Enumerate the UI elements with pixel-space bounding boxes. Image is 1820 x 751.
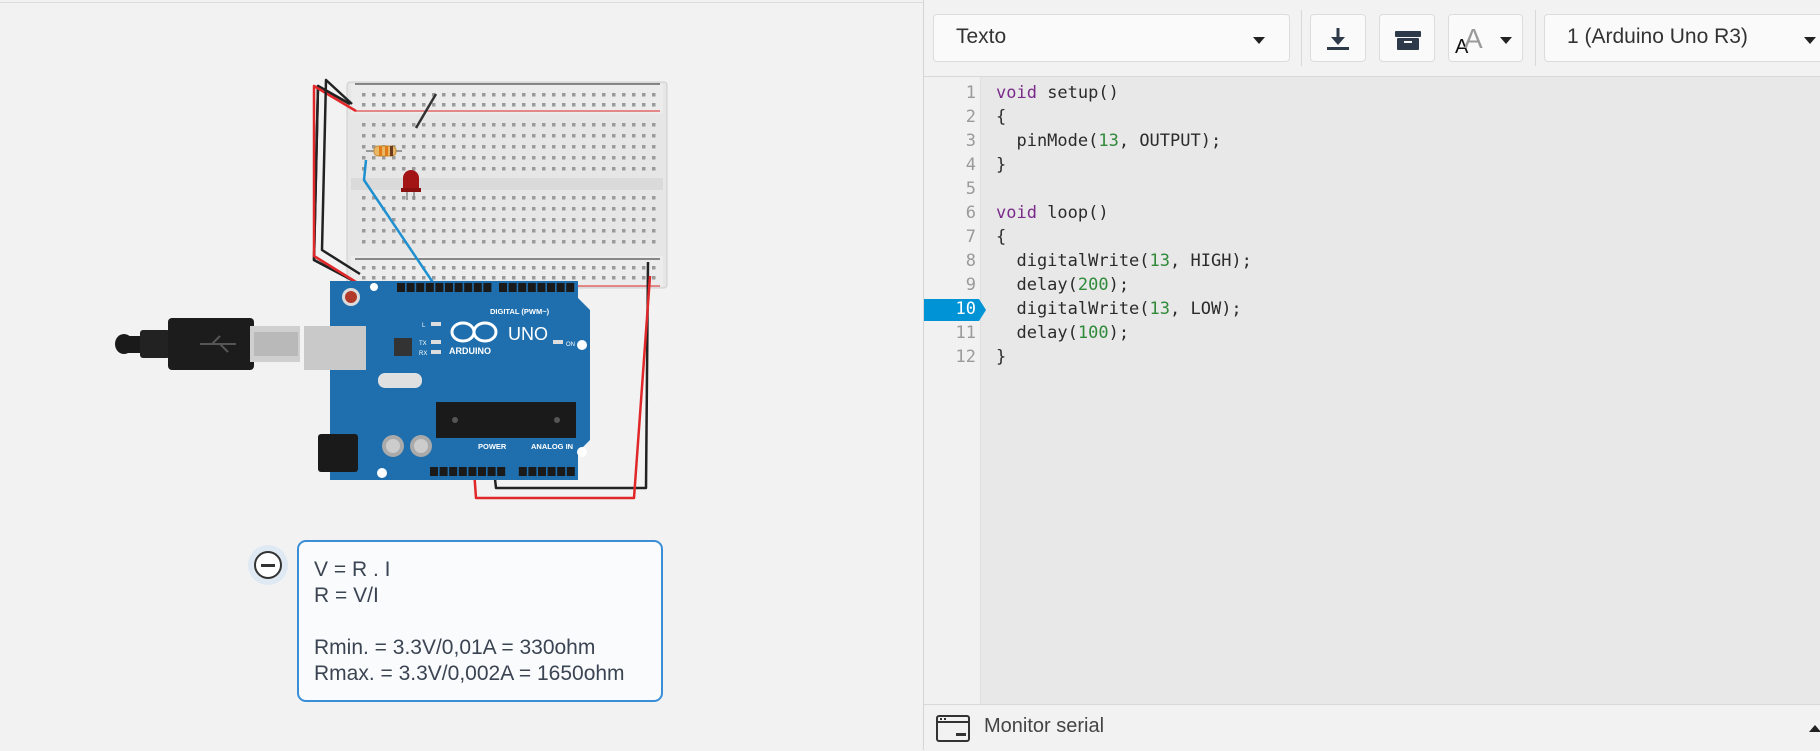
usb-cable[interactable] bbox=[115, 318, 300, 370]
code-line[interactable]: delay(100); bbox=[996, 321, 1129, 345]
serial-monitor-label: Monitor serial bbox=[984, 715, 1105, 737]
editor-mode-dropdown[interactable]: Texto bbox=[933, 14, 1290, 62]
line-number[interactable]: 11 bbox=[924, 321, 976, 345]
libraries-button[interactable] bbox=[1379, 14, 1435, 62]
line-number[interactable]: 4 bbox=[924, 153, 976, 177]
code-line[interactable]: } bbox=[996, 153, 1006, 177]
code-text: digitalWrite( bbox=[996, 251, 1150, 271]
code-text: setup() bbox=[1036, 83, 1119, 103]
line-number[interactable]: 6 bbox=[924, 201, 976, 225]
code-text: pinMode( bbox=[996, 131, 1099, 151]
board-on-label: ON bbox=[566, 342, 575, 348]
font-size-button[interactable]: A A bbox=[1448, 14, 1523, 62]
code-line[interactable]: void loop() bbox=[996, 201, 1109, 225]
board-tx-label: TX bbox=[419, 341, 427, 347]
code-text: , OUTPUT); bbox=[1118, 131, 1222, 151]
code-keyword: void bbox=[996, 83, 1037, 103]
line-number[interactable]: 9 bbox=[924, 273, 976, 297]
toolbar-divider bbox=[1535, 10, 1536, 66]
note-line-4: Rmin. = 3.3V/0,01A = 330ohm bbox=[314, 636, 596, 659]
board-rx-label: RX bbox=[419, 351, 427, 357]
board-select-label: 1 (Arduino Uno R3) bbox=[1567, 25, 1748, 48]
toolbar-divider bbox=[1301, 10, 1302, 66]
line-number[interactable]: 3 bbox=[924, 129, 976, 153]
line-number[interactable]: 1 bbox=[924, 81, 976, 105]
download-code-button[interactable] bbox=[1310, 14, 1366, 62]
code-text: { bbox=[996, 227, 1007, 247]
board-logo-text: ARDUINO bbox=[449, 346, 491, 356]
svg-text:A: A bbox=[1464, 23, 1483, 54]
code-text: , HIGH); bbox=[1170, 251, 1252, 271]
line-number[interactable]: 10 bbox=[924, 297, 976, 321]
code-number: 13 bbox=[1098, 131, 1119, 151]
code-number: 13 bbox=[1149, 299, 1171, 319]
code-text: ); bbox=[1108, 323, 1130, 343]
chevron-up-icon[interactable] bbox=[1809, 725, 1820, 732]
editor-mode-label: Texto bbox=[956, 25, 1007, 48]
chevron-down-icon bbox=[1804, 37, 1816, 44]
code-text: digitalWrite( bbox=[996, 299, 1150, 319]
code-line[interactable]: pinMode(13, OUTPUT); bbox=[996, 129, 1221, 153]
code-text: } bbox=[996, 347, 1007, 367]
circuit-canvas[interactable]: ARDUINO UNO DIGITAL (PWM~) POWER ANALOG … bbox=[0, 0, 923, 750]
code-text: delay( bbox=[996, 275, 1078, 295]
code-line[interactable]: void setup() bbox=[996, 81, 1119, 105]
code-line[interactable]: digitalWrite(13, HIGH); bbox=[996, 249, 1252, 273]
serial-monitor-bar[interactable]: Monitor serial bbox=[924, 704, 1820, 751]
line-number[interactable]: 12 bbox=[924, 345, 976, 369]
board-select-dropdown[interactable]: 1 (Arduino Uno R3) bbox=[1544, 14, 1820, 62]
line-number[interactable]: 7 bbox=[924, 225, 976, 249]
code-editor[interactable]: 1 2 3 4 5 6 7 8 9 10 11 12 void setup(){ pinMode(13… bbox=[924, 77, 1820, 704]
code-line[interactable]: digitalWrite(13, LOW); bbox=[996, 297, 1242, 321]
line-number[interactable]: 2 bbox=[924, 105, 976, 129]
code-number: 200 bbox=[1077, 275, 1109, 295]
code-toolbar: Texto A A 1 (Arduino Uno R3) bbox=[924, 0, 1820, 77]
breadboard[interactable] bbox=[346, 81, 668, 289]
code-number: 13 bbox=[1149, 251, 1171, 271]
serial-monitor-icon bbox=[936, 715, 970, 742]
chevron-down-icon bbox=[1500, 37, 1512, 44]
code-line[interactable]: { bbox=[996, 105, 1006, 129]
code-text: } bbox=[996, 155, 1007, 175]
code-line[interactable]: delay(200); bbox=[996, 273, 1129, 297]
board-power-label: POWER bbox=[478, 442, 507, 451]
board-digital-label: DIGITAL (PWM~) bbox=[490, 307, 550, 316]
chevron-down-icon bbox=[1253, 37, 1265, 44]
note-line-5: Rmax. = 3.3V/0,002A = 1650ohm bbox=[314, 662, 625, 685]
note-line-2: R = V/I bbox=[314, 584, 379, 607]
code-text: ); bbox=[1108, 275, 1130, 295]
code-text: { bbox=[996, 107, 1007, 127]
line-number[interactable]: 8 bbox=[924, 249, 976, 273]
code-keyword: void bbox=[996, 203, 1037, 223]
code-panel: Texto A A 1 (Arduino Uno R3) 1 2 3 4 5 6… bbox=[923, 0, 1820, 751]
code-line[interactable]: } bbox=[996, 345, 1006, 369]
code-line[interactable]: { bbox=[996, 225, 1006, 249]
board-analog-label: ANALOG IN bbox=[531, 442, 573, 451]
board-model-text: UNO bbox=[508, 324, 548, 344]
code-number: 100 bbox=[1077, 323, 1109, 343]
arduino-uno-board[interactable]: ARDUINO UNO DIGITAL (PWM~) POWER ANALOG … bbox=[304, 281, 590, 480]
note-line-1: V = R . I bbox=[314, 558, 391, 581]
font-size-icon: A A bbox=[1455, 23, 1483, 58]
code-text: loop() bbox=[1036, 203, 1109, 223]
line-number[interactable]: 5 bbox=[924, 177, 976, 201]
collapse-note-button[interactable] bbox=[248, 545, 288, 585]
annotation-note[interactable]: V = R . I R = V/I Rmin. = 3.3V/0,01A = 3… bbox=[297, 540, 663, 702]
library-icon bbox=[1395, 31, 1421, 50]
code-text: delay( bbox=[996, 323, 1078, 343]
minus-icon bbox=[254, 551, 282, 579]
code-text: , LOW); bbox=[1170, 299, 1242, 319]
download-icon bbox=[1327, 28, 1349, 50]
